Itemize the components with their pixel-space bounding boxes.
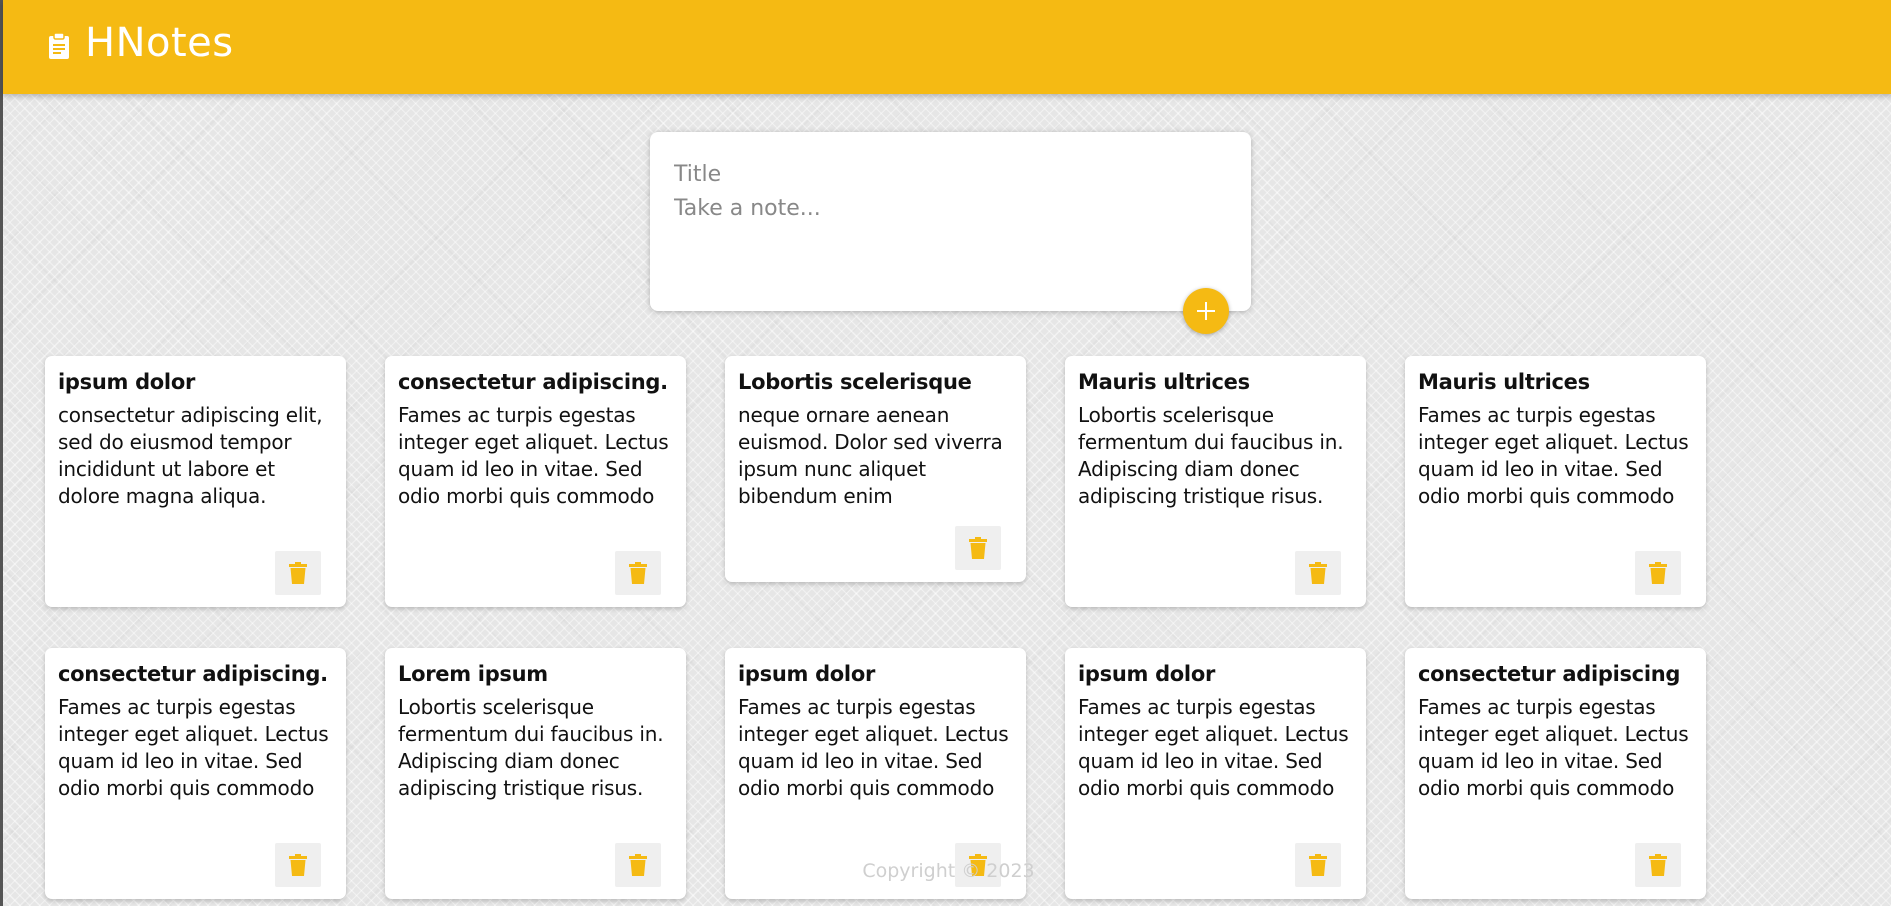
note-title: consectetur adipiscing. <box>398 370 668 394</box>
note-title: consectetur adipiscing. <box>58 662 328 686</box>
note-title: Lorem ipsum <box>398 662 548 686</box>
app-header: HNotes <box>3 0 1891 94</box>
note-content: neque ornare aenean euismod. Dolor sed v… <box>738 403 1003 508</box>
note-content: consectetur adipiscing elit, sed do eius… <box>58 403 323 508</box>
note-title: Mauris ultrices <box>1418 370 1590 394</box>
clipboard-icon <box>49 33 69 59</box>
note-title: ipsum dolor <box>58 370 196 394</box>
note-title: ipsum dolor <box>1078 662 1216 686</box>
note-content: Fames ac turpis egestas integer eget ali… <box>58 695 329 800</box>
app-title: HNotes <box>85 20 234 66</box>
note-content: Fames ac turpis egestas integer eget ali… <box>398 403 669 508</box>
trash-icon <box>969 537 987 559</box>
note-title-input[interactable] <box>674 158 1214 190</box>
note-content: Fames ac turpis egestas integer eget ali… <box>1418 403 1689 508</box>
note-content: Lobortis scelerisque fermentum dui fauci… <box>1078 403 1344 508</box>
note-card: consectetur adipiscing. Fames ac turpis e… <box>385 356 686 607</box>
delete-note-button[interactable] <box>615 551 661 595</box>
footer-copyright: Copyright © 2023 <box>862 860 1035 882</box>
note-content: Lobortis scelerisque fermentum dui fauci… <box>398 695 664 800</box>
delete-note-button[interactable] <box>1635 551 1681 595</box>
note-card: Mauris ultrices Lobortis scelerisque ferm… <box>1065 356 1366 607</box>
note-title: Mauris ultrices <box>1078 370 1250 394</box>
note-card: ipsum dolor consectetur adipiscing elit, … <box>45 356 346 607</box>
trash-icon <box>1649 562 1667 584</box>
note-card: Mauris ultrices Fames ac turpis egestas i… <box>1405 356 1706 607</box>
note-content-input[interactable] <box>674 196 1214 276</box>
delete-note-button[interactable] <box>955 526 1001 570</box>
trash-icon <box>629 562 647 584</box>
note-content: Fames ac turpis egestas integer eget ali… <box>1418 695 1689 800</box>
note-title: Lobortis scelerisque <box>738 370 972 394</box>
note-content: Fames ac turpis egestas integer eget ali… <box>738 695 1009 800</box>
add-note-button[interactable] <box>1183 288 1229 334</box>
trash-icon <box>289 562 307 584</box>
create-note-form <box>650 132 1251 311</box>
note-title: ipsum dolor <box>738 662 876 686</box>
note-card: Lobortis scelerisque neque ornare aenean … <box>725 356 1026 582</box>
plus-icon <box>1197 302 1215 320</box>
trash-icon <box>1309 562 1327 584</box>
note-title: consectetur adipiscing <box>1418 662 1681 686</box>
delete-note-button[interactable] <box>275 551 321 595</box>
note-content: Fames ac turpis egestas integer eget ali… <box>1078 695 1349 800</box>
delete-note-button[interactable] <box>1295 551 1341 595</box>
